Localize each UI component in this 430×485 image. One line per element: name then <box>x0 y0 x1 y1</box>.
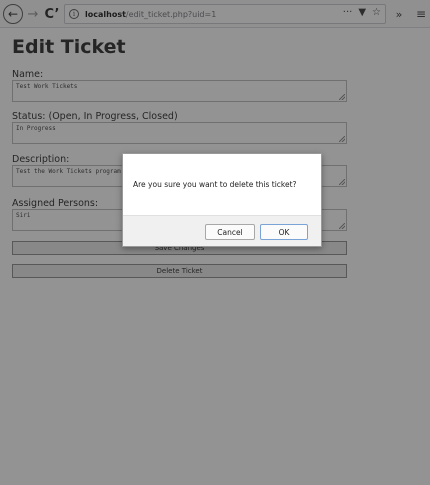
ok-button[interactable]: OK <box>260 224 308 240</box>
cancel-button[interactable]: Cancel <box>205 224 255 240</box>
confirm-dialog: Are you sure you want to delete this tic… <box>122 153 322 247</box>
dialog-message: Are you sure you want to delete this tic… <box>133 180 297 189</box>
dialog-footer: Cancel OK <box>123 215 321 246</box>
